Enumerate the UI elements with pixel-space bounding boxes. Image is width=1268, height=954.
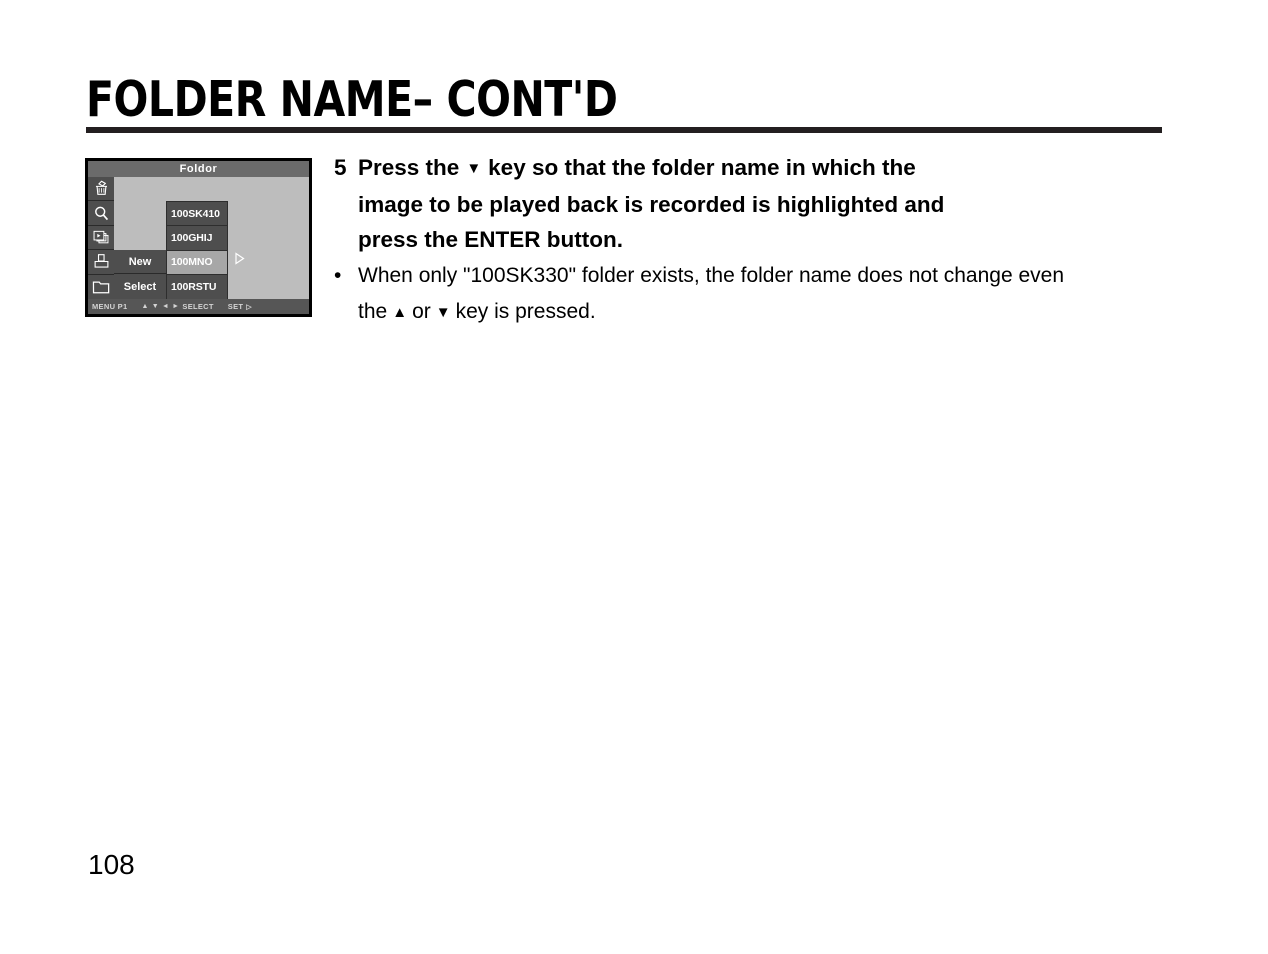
trash-icon[interactable] <box>88 177 114 202</box>
step-number: 5 <box>334 155 347 180</box>
step-line-2: image to be played back is recorded is h… <box>334 187 1174 223</box>
note-line-2: the ▲ or ▼ key is pressed. <box>334 294 1194 331</box>
folder-list-item-selected[interactable]: 100MNO <box>167 250 227 276</box>
status-down-icon: ▼ <box>151 303 159 310</box>
status-up-icon: ▲ <box>141 303 149 310</box>
folder-list-item[interactable]: 100SK410 <box>167 202 227 227</box>
lcd-screen-illustration: Foldor New Select 100SK410 100GHIJ 100MN… <box>85 158 312 317</box>
step-text-line-2: image to be played back is recorded is h… <box>358 191 945 217</box>
page-number: 108 <box>88 849 135 880</box>
step-text-before-arrow: Press the <box>358 155 460 180</box>
search-icon[interactable] <box>88 201 114 226</box>
bullet-icon: • <box>334 264 342 287</box>
status-select-label: SELECT <box>182 302 214 311</box>
lcd-action-column: New Select <box>114 250 166 299</box>
note-line-1: • When only "100SK330" folder exists, the… <box>334 258 1194 294</box>
status-set-icon: ▷ <box>246 303 252 311</box>
status-right-icon: ► <box>172 303 180 310</box>
up-arrow-icon: ▲ <box>392 304 408 321</box>
lcd-body: New Select 100SK410 100GHIJ 100MNO 100RS… <box>88 177 309 301</box>
status-set-label: SET <box>227 302 244 311</box>
new-folder-button[interactable]: New <box>114 250 166 275</box>
status-left-icon: ◄ <box>161 303 170 310</box>
slideshow-icon[interactable] <box>88 225 114 251</box>
lcd-title: Foldor <box>88 161 309 177</box>
folder-icon[interactable] <box>88 274 114 299</box>
status-menu-label: MENU P1 <box>92 302 128 311</box>
note-bullet-block: • When only "100SK330" folder exists, the… <box>334 258 1194 331</box>
step-text-after-arrow: key so that the folder name in which the <box>488 155 916 180</box>
down-arrow-icon-2: ▼ <box>435 304 451 321</box>
note-text-before-arrows: the <box>358 300 388 323</box>
folder-list: 100SK410 100GHIJ 100MNO 100RSTU <box>166 201 228 301</box>
lcd-status-bar: MENU P1 ▲ ▼ ◄ ► SELECT SET ▷ <box>88 299 309 314</box>
cursor-right-triangle-icon <box>234 252 245 265</box>
down-arrow-icon: ▼ <box>466 160 482 177</box>
note-text-or: or <box>412 300 431 323</box>
page-title: FOLDER NAME– CONT'D <box>86 71 618 128</box>
printer-icon[interactable] <box>88 250 114 275</box>
instruction-step-5: 5 Press the ▼ key so that the folder name i… <box>334 150 1174 258</box>
step-line-1: 5 Press the ▼ key so that the folder name i… <box>334 150 1174 187</box>
step-line-3: press the ENTER button. <box>334 222 1174 258</box>
note-text-line-1: When only "100SK330" folder exists, the … <box>358 264 1065 287</box>
folder-list-item[interactable]: 100RSTU <box>167 275 227 300</box>
select-folder-button[interactable]: Select <box>114 274 166 299</box>
title-divider <box>86 127 1162 133</box>
note-text-after-arrows: key is pressed. <box>455 300 596 323</box>
step-text-line-3: press the ENTER button. <box>358 227 624 252</box>
lcd-icon-rail <box>88 177 114 299</box>
lcd-inner-screen: Foldor New Select 100SK410 100GHIJ 100MN… <box>88 161 309 314</box>
folder-list-item[interactable]: 100GHIJ <box>167 226 227 251</box>
